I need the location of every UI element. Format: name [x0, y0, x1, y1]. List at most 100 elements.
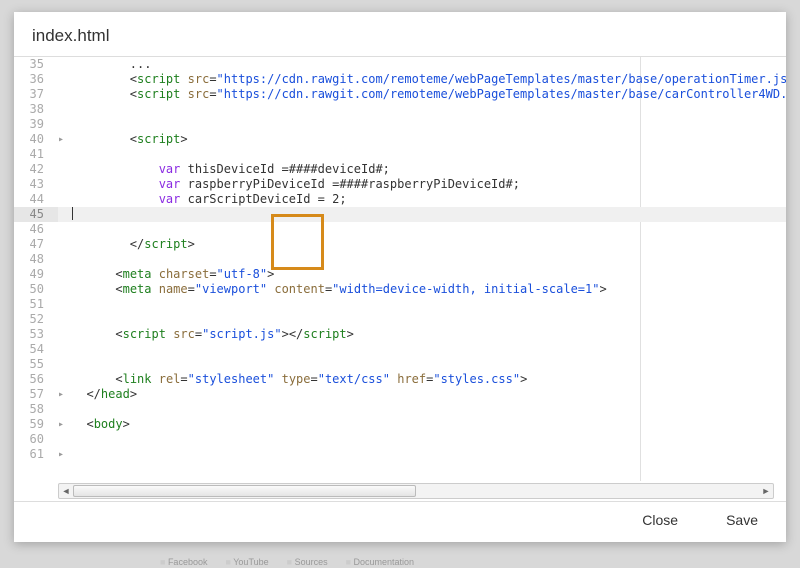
code-line[interactable]: 40▸ <script> — [14, 132, 786, 147]
fold-toggle-icon — [58, 282, 72, 297]
fold-toggle-icon — [58, 312, 72, 327]
code-content[interactable]: <script src="https://cdn.rawgit.com/remo… — [72, 72, 786, 87]
code-content[interactable]: var carScriptDeviceId = 2; — [72, 192, 786, 207]
code-content[interactable] — [72, 447, 786, 462]
fold-toggle-icon[interactable]: ▸ — [58, 417, 72, 432]
code-content[interactable] — [72, 402, 786, 417]
save-button[interactable]: Save — [726, 512, 758, 528]
fold-toggle-icon — [58, 222, 72, 237]
code-content[interactable] — [72, 252, 786, 267]
line-number: 43 — [14, 177, 58, 192]
code-content[interactable]: <meta charset="utf-8"> — [72, 267, 786, 282]
code-content[interactable]: var raspberryPiDeviceId =####raspberryPi… — [72, 177, 786, 192]
code-line[interactable]: 53 <script src="script.js"></script> — [14, 327, 786, 342]
line-number: 47 — [14, 237, 58, 252]
fold-toggle-icon — [58, 87, 72, 102]
code-line[interactable]: 36 <script src="https://cdn.rawgit.com/r… — [14, 72, 786, 87]
code-content[interactable]: <body> — [72, 417, 786, 432]
code-line[interactable]: 35 ... — [14, 57, 786, 72]
scroll-track[interactable] — [73, 485, 759, 497]
code-line[interactable]: 58 — [14, 402, 786, 417]
code-content[interactable]: <script src="https://cdn.rawgit.com/remo… — [72, 87, 786, 102]
code-content[interactable] — [72, 102, 786, 117]
code-line[interactable]: 51 — [14, 297, 786, 312]
line-number: 40 — [14, 132, 58, 147]
code-content[interactable] — [72, 297, 786, 312]
fold-toggle-icon — [58, 192, 72, 207]
fold-toggle-icon — [58, 432, 72, 447]
code-line[interactable]: 43 var raspberryPiDeviceId =####raspberr… — [14, 177, 786, 192]
code-editor[interactable]: 35 ...36 <script src="https://cdn.rawgit… — [14, 57, 786, 481]
fold-toggle-icon — [58, 207, 72, 222]
code-line[interactable]: 42 var thisDeviceId =####deviceId#; — [14, 162, 786, 177]
line-number: 60 — [14, 432, 58, 447]
code-content[interactable] — [72, 147, 786, 162]
code-content[interactable]: <script> — [72, 132, 786, 147]
line-number: 53 — [14, 327, 58, 342]
code-content[interactable] — [72, 222, 786, 237]
fold-toggle-icon — [58, 372, 72, 387]
fold-toggle-icon — [58, 267, 72, 282]
code-content[interactable]: var thisDeviceId =####deviceId#; — [72, 162, 786, 177]
line-number: 52 — [14, 312, 58, 327]
scroll-right-arrow-icon[interactable]: ► — [759, 484, 773, 498]
fold-toggle-icon — [58, 177, 72, 192]
code-content[interactable]: </head> — [72, 387, 786, 402]
code-line[interactable]: 41 — [14, 147, 786, 162]
bg-link: Facebook — [160, 557, 207, 567]
code-content[interactable] — [72, 312, 786, 327]
fold-toggle-icon[interactable]: ▸ — [58, 387, 72, 402]
fold-toggle-icon — [58, 162, 72, 177]
code-content[interactable]: <script src="script.js"></script> — [72, 327, 786, 342]
code-content[interactable] — [72, 117, 786, 132]
code-content[interactable]: ... — [72, 57, 786, 72]
code-line[interactable]: 49 <meta charset="utf-8"> — [14, 267, 786, 282]
editor-area[interactable]: 35 ...36 <script src="https://cdn.rawgit… — [14, 56, 786, 502]
code-line[interactable]: 46 — [14, 222, 786, 237]
editor-dialog: index.html 35 ...36 <script src="https:/… — [14, 12, 786, 542]
code-content[interactable] — [72, 342, 786, 357]
line-number: 59 — [14, 417, 58, 432]
line-number: 49 — [14, 267, 58, 282]
line-number: 50 — [14, 282, 58, 297]
code-content[interactable]: <meta name="viewport" content="width=dev… — [72, 282, 786, 297]
scroll-thumb[interactable] — [73, 485, 416, 497]
code-content[interactable]: <link rel="stylesheet" type="text/css" h… — [72, 372, 786, 387]
fold-toggle-icon — [58, 117, 72, 132]
fold-toggle-icon — [58, 72, 72, 87]
code-line[interactable]: 50 <meta name="viewport" content="width=… — [14, 282, 786, 297]
fold-toggle-icon[interactable]: ▸ — [58, 447, 72, 462]
fold-toggle-icon — [58, 147, 72, 162]
code-line[interactable]: 56 <link rel="stylesheet" type="text/css… — [14, 372, 786, 387]
code-line[interactable]: 38 — [14, 102, 786, 117]
line-number: 55 — [14, 357, 58, 372]
scroll-left-arrow-icon[interactable]: ◄ — [59, 484, 73, 498]
fold-toggle-icon — [58, 237, 72, 252]
fold-toggle-icon — [58, 327, 72, 342]
code-line[interactable]: 44 var carScriptDeviceId = 2; — [14, 192, 786, 207]
close-button[interactable]: Close — [642, 512, 678, 528]
code-line[interactable]: 54 — [14, 342, 786, 357]
code-line[interactable]: 52 — [14, 312, 786, 327]
code-line[interactable]: 39 — [14, 117, 786, 132]
fold-toggle-icon — [58, 357, 72, 372]
code-line[interactable]: 45 — [14, 207, 786, 222]
code-content[interactable]: </script> — [72, 237, 786, 252]
code-line[interactable]: 55 — [14, 357, 786, 372]
code-content[interactable] — [72, 432, 786, 447]
code-line[interactable]: 48 — [14, 252, 786, 267]
code-line[interactable]: 61▸ — [14, 447, 786, 462]
line-number: 38 — [14, 102, 58, 117]
line-number: 54 — [14, 342, 58, 357]
code-content[interactable] — [72, 207, 786, 222]
code-line[interactable]: 37 <script src="https://cdn.rawgit.com/r… — [14, 87, 786, 102]
code-line[interactable]: 57▸ </head> — [14, 387, 786, 402]
code-line[interactable]: 60 — [14, 432, 786, 447]
fold-toggle-icon[interactable]: ▸ — [58, 132, 72, 147]
code-line[interactable]: 59▸ <body> — [14, 417, 786, 432]
code-line[interactable]: 47 </script> — [14, 237, 786, 252]
horizontal-scrollbar[interactable]: ◄ ► — [58, 483, 774, 499]
code-content[interactable] — [72, 357, 786, 372]
fold-toggle-icon — [58, 252, 72, 267]
line-number: 48 — [14, 252, 58, 267]
